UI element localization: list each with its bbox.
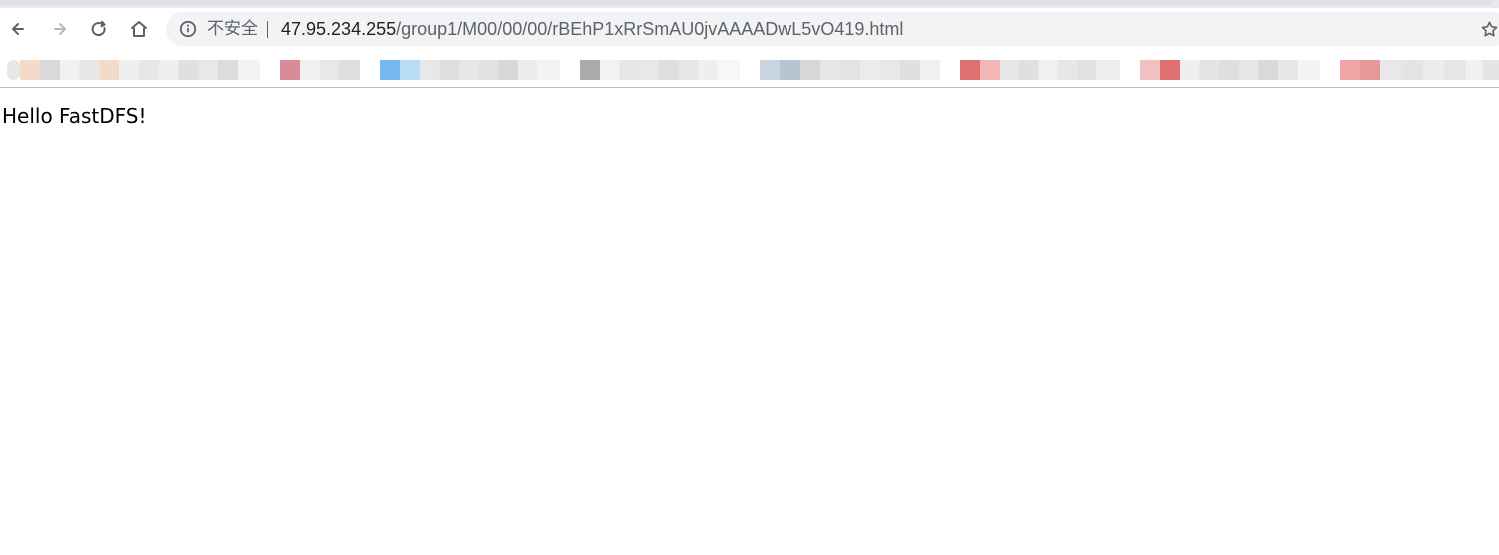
bookmark-item[interactable]	[300, 60, 360, 80]
info-icon[interactable]	[179, 20, 197, 38]
url-text: 47.95.234.255/group1/M00/00/00/rBEhP1xRr…	[281, 20, 903, 38]
bookmark-item[interactable]	[20, 60, 40, 80]
bookmark-item[interactable]	[760, 60, 780, 80]
bookmark-item[interactable]	[780, 60, 940, 80]
browser-toolbar: 不安全 47.95.234.255/group1/M00/00/00/rBEhP…	[0, 8, 1499, 52]
page-text: Hello FastDFS!	[2, 104, 147, 128]
tab-strip-bar	[0, 0, 1499, 8]
bookmark-item[interactable]	[1340, 60, 1380, 80]
bookmark-item[interactable]	[380, 60, 400, 80]
star-icon	[1481, 20, 1497, 36]
bookmark-item[interactable]	[40, 60, 260, 80]
bookmark-item[interactable]	[1160, 60, 1180, 80]
bookmark-star-button[interactable]	[1479, 19, 1499, 39]
reload-button[interactable]	[85, 15, 113, 43]
url-divider	[267, 21, 268, 38]
bookmark-item[interactable]	[1000, 60, 1120, 80]
back-button[interactable]	[5, 15, 33, 43]
page-content: Hello FastDFS!	[0, 91, 1499, 555]
bookmarks-bar	[0, 52, 1499, 88]
bookmark-item[interactable]	[400, 60, 420, 80]
url-host: 47.95.234.255	[281, 19, 397, 39]
security-status-label: 不安全	[207, 19, 258, 39]
bookmark-item[interactable]	[580, 60, 600, 80]
bookmark-item[interactable]	[600, 60, 740, 80]
arrow-left-icon	[12, 23, 24, 35]
bookmark-item[interactable]	[960, 60, 980, 80]
bookmark-item[interactable]	[1140, 60, 1160, 80]
tab-strip-background	[0, 0, 1494, 6]
bookmark-item[interactable]	[1380, 60, 1499, 80]
bookmark-item[interactable]	[1180, 60, 1320, 80]
bookmark-item[interactable]	[980, 60, 1000, 80]
home-icon	[131, 21, 147, 37]
url-path: /group1/M00/00/00/rBEhP1xRrSmAU0jvAAAADw…	[396, 19, 904, 39]
home-button[interactable]	[125, 15, 153, 43]
address-bar[interactable]: 不安全 47.95.234.255/group1/M00/00/00/rBEhP…	[166, 12, 1499, 46]
reload-icon	[91, 20, 106, 37]
browser-window: 不安全 47.95.234.255/group1/M00/00/00/rBEhP…	[0, 0, 1499, 555]
bookmark-item[interactable]	[7, 60, 20, 80]
bookmark-item[interactable]	[280, 60, 300, 80]
arrow-right-icon	[54, 23, 66, 35]
bookmark-item[interactable]	[420, 60, 560, 80]
forward-button[interactable]	[45, 15, 73, 43]
